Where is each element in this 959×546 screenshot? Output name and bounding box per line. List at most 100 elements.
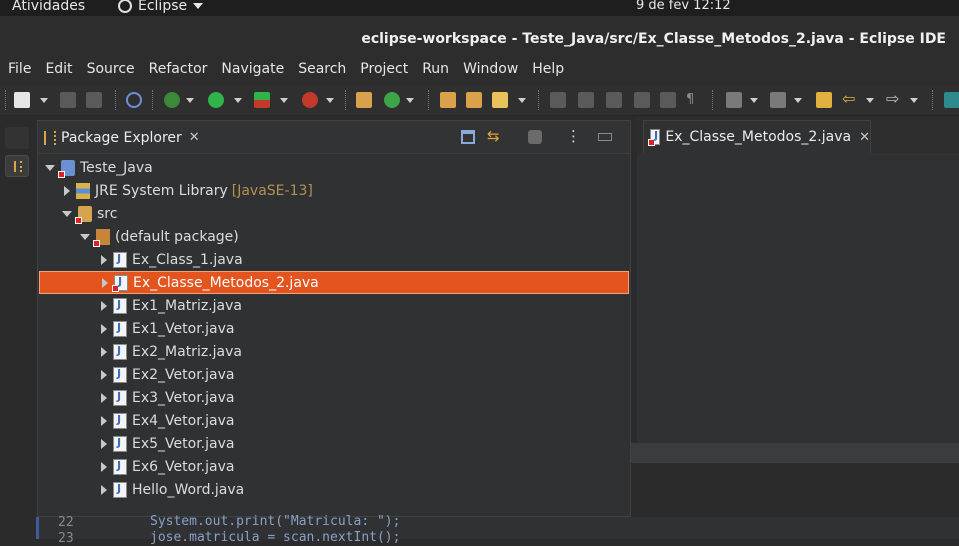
tree-item-src[interactable]: src bbox=[38, 202, 630, 225]
chevron-down-icon[interactable] bbox=[518, 98, 526, 103]
chevron-down-icon[interactable] bbox=[280, 98, 288, 103]
close-icon[interactable]: ✕ bbox=[859, 130, 870, 145]
chevron-down-icon[interactable] bbox=[910, 98, 918, 103]
back-icon[interactable]: ⇦ bbox=[842, 91, 858, 108]
tree-item-file[interactable]: Ex3_Vetor.java bbox=[38, 386, 630, 409]
collapsed-arrow-icon[interactable] bbox=[101, 369, 107, 380]
toggle-word-wrap-icon[interactable] bbox=[634, 92, 650, 108]
skip-breakpoints-icon[interactable] bbox=[126, 92, 142, 108]
tree-item-file[interactable]: Ex1_Vetor.java bbox=[38, 317, 630, 340]
run-icon[interactable] bbox=[208, 92, 224, 108]
editor-tab[interactable]: Ex_Classe_Metodos_2.java ✕ bbox=[643, 120, 871, 153]
chevron-down-icon[interactable] bbox=[326, 98, 334, 103]
new-icon[interactable] bbox=[14, 92, 30, 108]
minimize-icon[interactable] bbox=[598, 133, 612, 141]
tab-package-explorer[interactable]: Package Explorer ✕ bbox=[38, 121, 202, 154]
save-all-icon[interactable] bbox=[86, 92, 102, 108]
paragraph-icon[interactable]: ¶ bbox=[686, 92, 702, 108]
search-icon[interactable] bbox=[492, 92, 508, 108]
collapsed-arrow-icon[interactable] bbox=[101, 392, 107, 403]
java-file-icon bbox=[113, 366, 127, 383]
menu-help[interactable]: Help bbox=[532, 60, 564, 83]
collapsed-arrow-icon[interactable] bbox=[101, 415, 107, 426]
open-perspective-icon[interactable] bbox=[944, 92, 959, 108]
last-edit-location-icon[interactable] bbox=[816, 92, 832, 108]
coverage-icon[interactable] bbox=[254, 92, 270, 108]
tree-item-file[interactable]: Hello_Word.java bbox=[38, 478, 630, 501]
chevron-down-icon[interactable] bbox=[406, 98, 414, 103]
tree-item-file[interactable]: Ex4_Vetor.java bbox=[38, 409, 630, 432]
collapsed-arrow-icon[interactable] bbox=[101, 254, 107, 265]
code-line[interactable]: System.out.print("Matricula: "); bbox=[150, 514, 400, 529]
chevron-down-icon[interactable] bbox=[794, 98, 802, 103]
menu-run[interactable]: Run bbox=[422, 60, 449, 83]
external-tools-icon[interactable] bbox=[302, 92, 318, 108]
tree-item-file-selected[interactable]: Ex_Classe_Metodos_2.java bbox=[39, 271, 629, 294]
code-line[interactable]: jose.matricula = scan.nextInt(); bbox=[150, 530, 400, 545]
collapsed-arrow-icon[interactable] bbox=[101, 323, 107, 334]
tree-item-file[interactable]: Ex_Class_1.java bbox=[38, 248, 630, 271]
expand-arrow-icon[interactable] bbox=[45, 164, 55, 171]
collapse-all-icon[interactable] bbox=[461, 130, 475, 144]
toggle-block-selection-icon[interactable] bbox=[606, 92, 622, 108]
tree-item-default-package[interactable]: (default package) bbox=[38, 225, 630, 248]
new-java-package-icon[interactable] bbox=[356, 92, 372, 108]
menu-navigate[interactable]: Navigate bbox=[221, 60, 284, 83]
previous-annotation-icon[interactable] bbox=[770, 92, 786, 108]
activities-button[interactable]: Atividades bbox=[12, 0, 85, 14]
tree-item-label: Ex3_Vetor.java bbox=[132, 389, 235, 406]
collapsed-arrow-icon[interactable] bbox=[101, 346, 107, 357]
open-type-icon[interactable] bbox=[440, 92, 456, 108]
menu-edit[interactable]: Edit bbox=[45, 60, 72, 83]
editor-horizontal-scrollbar[interactable] bbox=[631, 443, 959, 463]
menu-file[interactable]: File bbox=[8, 60, 31, 83]
tree-item-jre[interactable]: JRE System Library [JavaSE-13] bbox=[38, 179, 630, 202]
clock[interactable]: 9 de fev 12:12 bbox=[636, 0, 731, 13]
menu-refactor[interactable]: Refactor bbox=[149, 60, 208, 83]
collapsed-arrow-icon[interactable] bbox=[101, 300, 107, 311]
new-java-class-icon[interactable] bbox=[384, 92, 400, 108]
chevron-down-icon[interactable] bbox=[40, 98, 48, 103]
collapsed-arrow-icon[interactable] bbox=[101, 461, 107, 472]
java-file-icon bbox=[113, 412, 127, 429]
menu-window[interactable]: Window bbox=[463, 60, 518, 83]
tree-item-file[interactable]: Ex5_Vetor.java bbox=[38, 432, 630, 455]
editor-tab-label: Ex_Classe_Metodos_2.java bbox=[665, 129, 852, 145]
show-whitespace-icon[interactable] bbox=[660, 92, 676, 108]
java-file-icon bbox=[113, 251, 127, 268]
collapsed-arrow-icon[interactable] bbox=[102, 277, 108, 288]
tree-item-project[interactable]: Teste_Java bbox=[38, 156, 630, 179]
tree-item-file[interactable]: Ex1_Matriz.java bbox=[38, 294, 630, 317]
chevron-down-icon[interactable] bbox=[866, 98, 874, 103]
open-task-icon[interactable] bbox=[466, 92, 482, 108]
forward-icon[interactable]: ⇨ bbox=[886, 91, 902, 108]
toggle-mark-occurrences-icon[interactable] bbox=[578, 92, 594, 108]
package-explorer-icon[interactable] bbox=[5, 155, 29, 177]
close-icon[interactable]: ✕ bbox=[189, 130, 200, 145]
restore-icon[interactable] bbox=[5, 127, 29, 149]
next-annotation-icon[interactable] bbox=[726, 92, 742, 108]
debug-icon[interactable] bbox=[164, 92, 180, 108]
chevron-down-icon[interactable] bbox=[750, 98, 758, 103]
collapsed-arrow-icon[interactable] bbox=[101, 438, 107, 449]
menu-search[interactable]: Search bbox=[298, 60, 346, 83]
editor-area[interactable] bbox=[637, 153, 959, 443]
menu-project[interactable]: Project bbox=[360, 60, 408, 83]
expand-arrow-icon[interactable] bbox=[62, 210, 72, 217]
save-icon[interactable] bbox=[60, 92, 76, 108]
app-menu[interactable]: Eclipse bbox=[118, 0, 204, 14]
collapsed-arrow-icon[interactable] bbox=[101, 484, 107, 495]
view-menu-icon[interactable]: ⋮ bbox=[566, 129, 581, 144]
chevron-down-icon[interactable] bbox=[234, 98, 242, 103]
tree-item-file[interactable]: Ex2_Matriz.java bbox=[38, 340, 630, 363]
link-with-editor-icon[interactable]: ⇆ bbox=[487, 129, 501, 144]
collapsed-arrow-icon[interactable] bbox=[64, 185, 70, 196]
tree-item-file[interactable]: Ex2_Vetor.java bbox=[38, 363, 630, 386]
tree-item-file[interactable]: Ex6_Vetor.java bbox=[38, 455, 630, 478]
focus-on-task-icon[interactable] bbox=[528, 130, 542, 144]
menu-source[interactable]: Source bbox=[87, 60, 135, 83]
chevron-down-icon[interactable] bbox=[186, 98, 194, 103]
toggle-annotation-icon[interactable] bbox=[550, 92, 566, 108]
toolbar-separator bbox=[152, 90, 153, 110]
expand-arrow-icon[interactable] bbox=[80, 233, 90, 240]
